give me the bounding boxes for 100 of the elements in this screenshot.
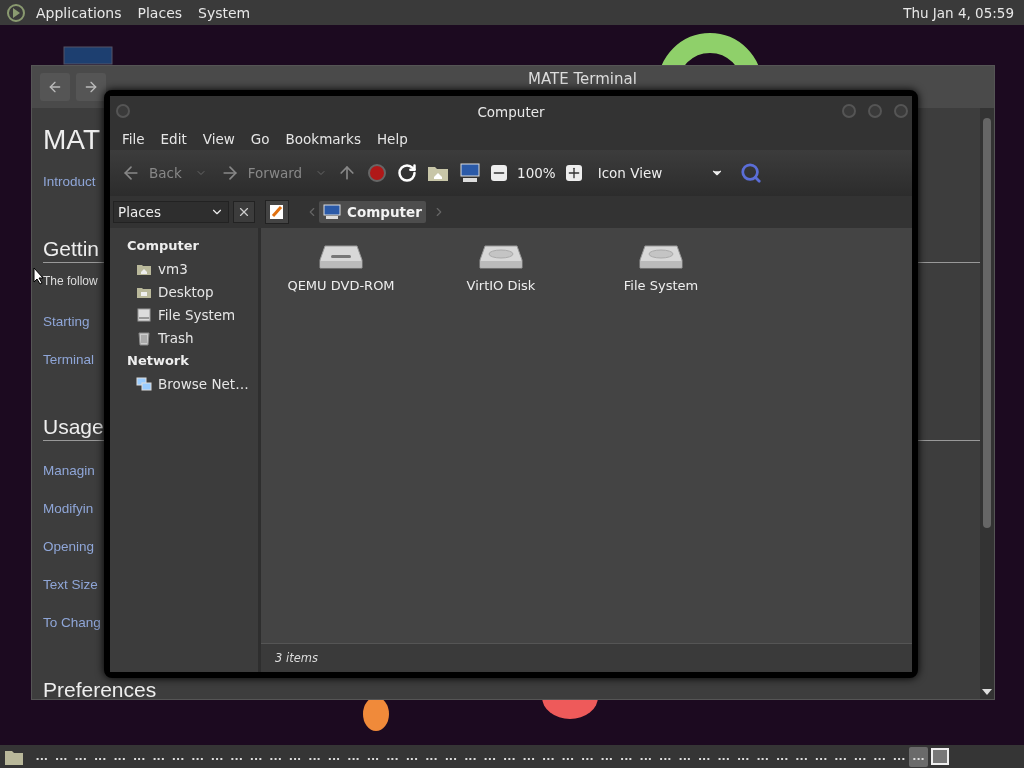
sidebar-item[interactable]: File System (158, 306, 236, 323)
taskbar-button[interactable]: ... (752, 746, 773, 767)
taskbar-button[interactable]: ... (772, 746, 792, 767)
taskbar-button[interactable]: ... (733, 746, 753, 767)
taskbar-button[interactable]: ... (207, 746, 227, 767)
taskbar-button[interactable]: ... (480, 746, 500, 767)
stop-icon[interactable] (367, 163, 388, 183)
taskbar-button[interactable]: ... (51, 746, 71, 767)
taskbar-button[interactable]: ... (499, 746, 520, 767)
taskbar-button[interactable]: ... (577, 746, 598, 767)
taskbar-button[interactable]: ... (811, 746, 831, 767)
taskbar-button[interactable]: ... (538, 746, 559, 767)
forward-arrow-icon (83, 79, 99, 95)
menu-item[interactable]: Edit (152, 130, 195, 147)
close-button[interactable] (233, 201, 255, 223)
panel-menu[interactable]: Applications (30, 4, 128, 21)
taskbar-button[interactable]: ... (675, 746, 695, 767)
window-title: Computer (477, 103, 545, 120)
taskbar-button[interactable]: ... (148, 746, 169, 767)
menu-item[interactable]: File (114, 130, 153, 147)
reload-icon[interactable] (397, 163, 418, 183)
taskbar-button[interactable]: ... (246, 746, 266, 767)
file-label[interactable]: File System (623, 278, 699, 293)
help-link[interactable]: To Chang (43, 614, 101, 630)
back-button[interactable]: Back (118, 161, 185, 185)
menu-logo-icon[interactable] (6, 2, 26, 23)
taskbar-button[interactable]: ... (382, 746, 403, 767)
search-icon[interactable] (740, 162, 763, 184)
taskbar-button[interactable]: ... (187, 746, 208, 767)
back-button[interactable] (40, 73, 70, 101)
taskbar-button[interactable]: ... (168, 746, 188, 767)
sidebar-item[interactable]: Browse Net… (158, 375, 249, 392)
taskbar-button[interactable]: ... (908, 746, 929, 767)
sidebar-item[interactable]: Trash (158, 329, 194, 346)
zoom-in-icon[interactable] (565, 165, 582, 181)
help-link[interactable]: Modifyin (43, 500, 94, 516)
taskbar-button[interactable]: ... (129, 746, 149, 767)
menu-item[interactable]: Go (242, 130, 278, 147)
taskbar-button[interactable]: ... (226, 746, 247, 767)
taskbar-button[interactable]: ... (889, 746, 909, 767)
taskbar-button[interactable]: ... (791, 746, 812, 767)
workspace-switcher[interactable] (931, 748, 949, 765)
home-folder-icon[interactable] (427, 164, 450, 182)
taskbar-button[interactable]: ... (421, 746, 442, 767)
help-link[interactable]: Terminal (43, 351, 94, 367)
taskbar-button[interactable]: ... (441, 746, 461, 767)
taskbar-button[interactable]: ... (402, 746, 422, 767)
taskbar-button[interactable]: ... (713, 746, 734, 767)
taskbar-button[interactable]: ... (636, 746, 656, 767)
close-icon (237, 205, 251, 219)
sidebar-selector[interactable]: Places (113, 201, 229, 223)
menu-item[interactable]: Bookmarks (277, 130, 369, 147)
taskbar-button[interactable]: ... (32, 746, 52, 767)
file-label[interactable]: QEMU DVD-ROM (287, 278, 395, 293)
taskbar-button[interactable]: ... (324, 746, 344, 767)
computer-icon[interactable] (459, 163, 482, 183)
item-count: 3 items (275, 651, 318, 665)
help-link[interactable]: Managin (43, 462, 95, 478)
scroll-down-icon[interactable] (982, 689, 992, 695)
help-link[interactable]: Text Size (43, 576, 98, 592)
taskbar-button[interactable]: ... (304, 746, 325, 767)
trash-icon (136, 329, 152, 346)
taskbar-button[interactable]: ... (519, 746, 539, 767)
panel-menu[interactable]: Places (131, 4, 189, 21)
taskbar-button[interactable]: ... (850, 746, 870, 767)
taskbar-button[interactable]: ... (558, 746, 578, 767)
edit-location-button[interactable] (265, 200, 289, 224)
section-heading: Preferences (43, 677, 157, 699)
sidebar-item[interactable]: Desktop (158, 283, 214, 300)
taskbar-button[interactable]: ... (460, 746, 481, 767)
taskbar-button[interactable]: ... (343, 746, 364, 767)
clock[interactable]: Thu Jan 4, 05:59 (903, 4, 1018, 21)
taskbar-button[interactable]: ... (830, 746, 851, 767)
sidebar-item[interactable]: vm3 (158, 260, 188, 277)
panel-menu[interactable]: System (192, 4, 257, 21)
taskbar-button[interactable]: ... (90, 746, 110, 767)
path-button[interactable]: Computer (319, 201, 426, 223)
taskbar-button[interactable]: ... (70, 746, 91, 767)
file-label[interactable]: VirtIO Disk (466, 278, 536, 293)
taskbar-button[interactable]: ... (616, 746, 636, 767)
help-link[interactable]: Opening (43, 538, 95, 554)
network-icon (136, 375, 152, 392)
taskbar-button[interactable]: ... (655, 746, 675, 767)
taskbar-button[interactable]: ... (869, 746, 890, 767)
view-selector[interactable]: Icon View (591, 163, 731, 183)
help-link[interactable]: Starting (43, 313, 90, 329)
taskbar-button[interactable]: ... (109, 746, 130, 767)
taskbar-button[interactable]: ... (694, 746, 714, 767)
forward-button[interactable] (76, 73, 106, 101)
scrollbar[interactable] (980, 108, 994, 699)
taskbar-button[interactable]: ... (265, 746, 286, 767)
zoom-out-icon[interactable] (491, 165, 508, 181)
taskbar-button[interactable]: ... (285, 746, 305, 767)
menu-item[interactable]: Help (368, 130, 416, 147)
help-link[interactable]: Introduct (43, 173, 96, 189)
forward-button[interactable]: Forward (216, 161, 306, 185)
menu-item[interactable]: View (194, 130, 243, 147)
taskbar-button[interactable]: ... (597, 746, 617, 767)
disk-drive-icon (639, 242, 683, 272)
taskbar-button[interactable]: ... (363, 746, 383, 767)
